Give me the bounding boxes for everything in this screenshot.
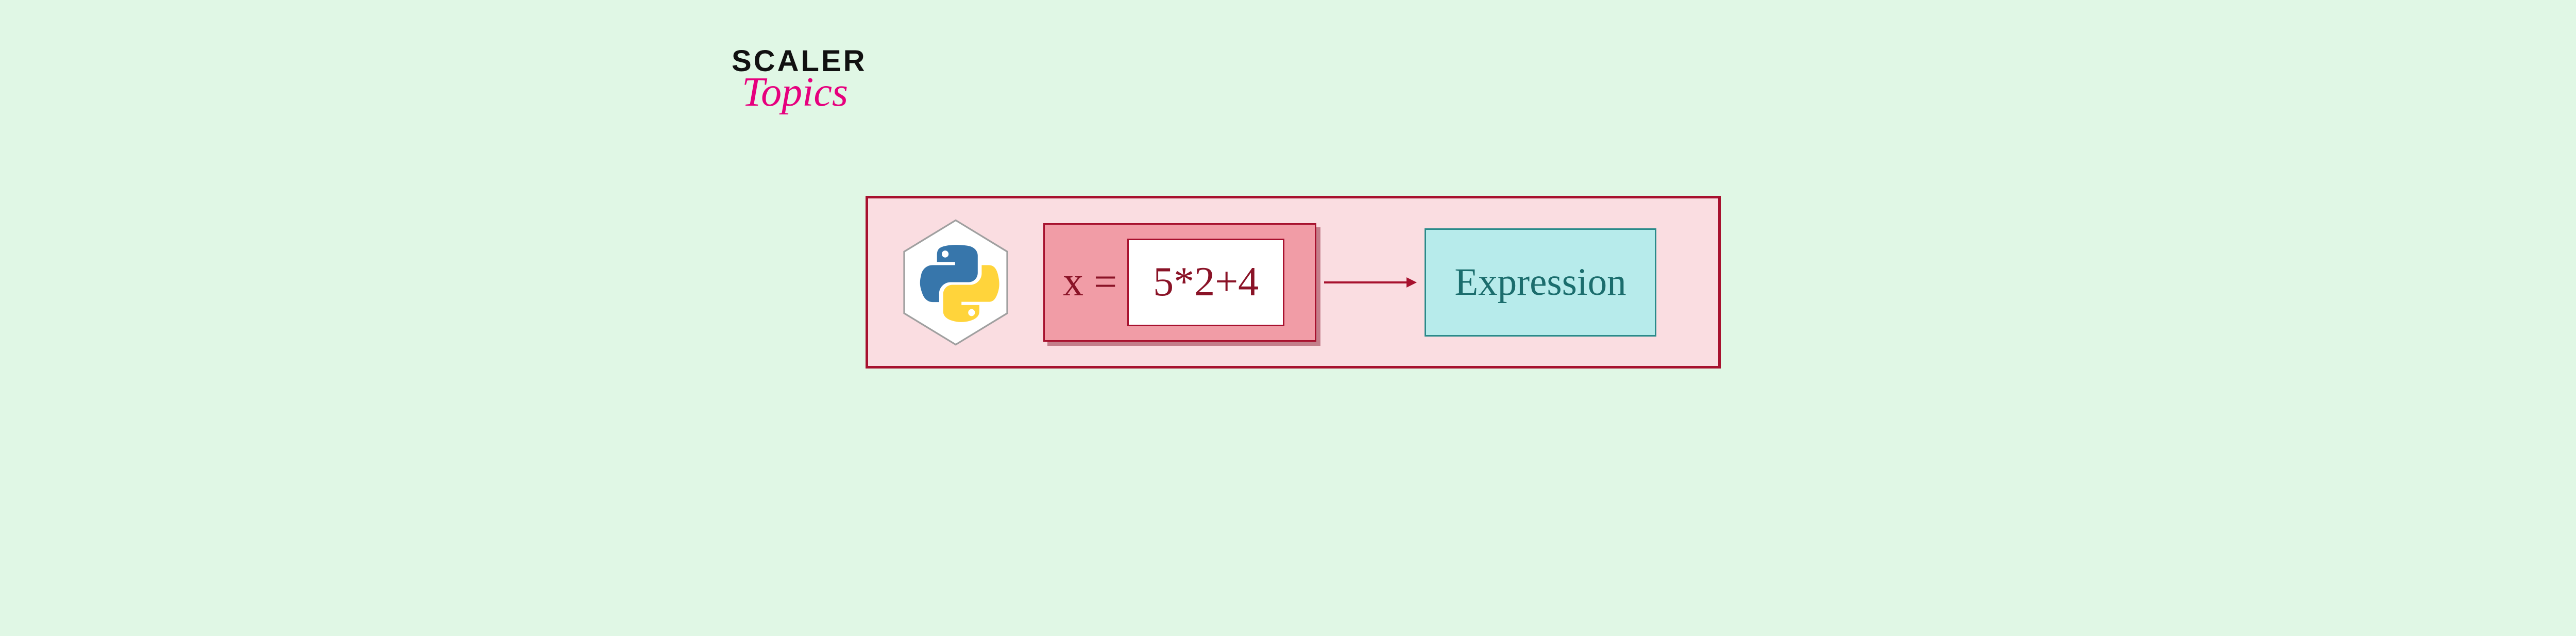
python-icon [899, 218, 1012, 347]
expression-label: Expression [1454, 260, 1626, 305]
assignment-container: x = 5*2+4 [1043, 223, 1316, 342]
assignment-box: x = 5*2+4 [1043, 223, 1316, 342]
expression-diagram: x = 5*2+4 Expression [866, 196, 1721, 369]
expression-label-box: Expression [1425, 228, 1656, 337]
variable-label: x = [1063, 259, 1117, 306]
expression-value: 5*2+4 [1153, 259, 1259, 306]
arrow-right-icon [1324, 270, 1417, 295]
logo-text-topics: Topics [742, 74, 848, 111]
expression-value-box: 5*2+4 [1127, 239, 1284, 326]
scaler-topics-logo: SCALER Topics [732, 46, 867, 111]
